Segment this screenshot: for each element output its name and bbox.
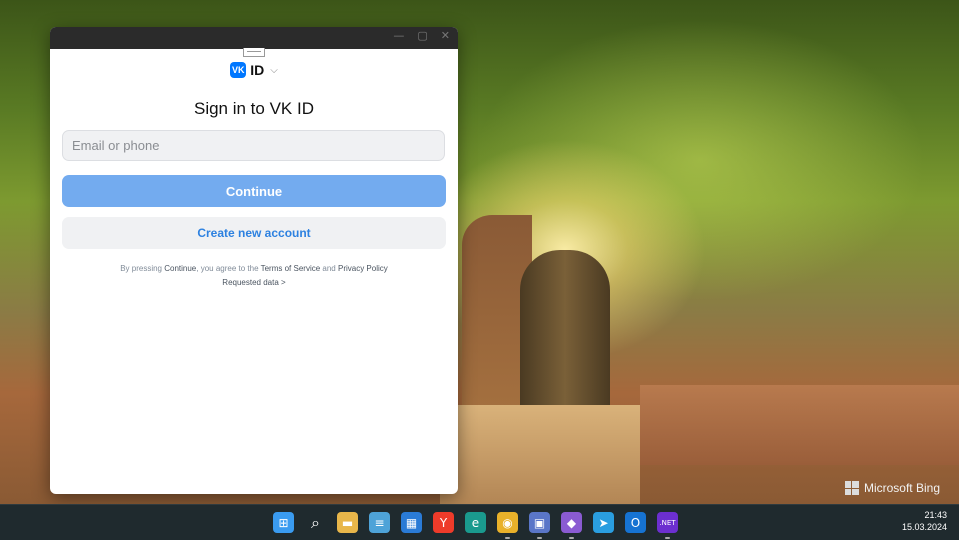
vk-id-login-window: — ▢ ✕ VK ID ⌵ Sign in to VK ID Continue … (50, 27, 458, 494)
page-title: Sign in to VK ID (193, 99, 314, 118)
window-controls: — ▢ ✕ (393, 29, 450, 42)
requested-data-link[interactable]: Requested data > (222, 278, 285, 287)
maximize-button[interactable]: ▢ (417, 29, 427, 42)
file-explorer-icon[interactable]: ▬ (337, 512, 358, 533)
bing-watermark[interactable]: Microsoft Bing (844, 481, 940, 495)
visual-studio-icon[interactable]: ◆ (561, 512, 582, 539)
window-titlebar[interactable]: — ▢ ✕ (50, 27, 458, 49)
dotnet-icon[interactable]: .NET (657, 512, 678, 539)
wallpaper-path (440, 405, 640, 504)
chevron-down-icon: ⌵ (270, 64, 278, 76)
taskbar-app-list: ⊞ ⌕ ▬ ≡ ▦ Ye ◉ ▣ ◆ ➤ O .NET (273, 512, 678, 539)
edge-icon[interactable]: e (465, 512, 486, 533)
create-account-button[interactable]: Create new account (62, 217, 446, 249)
legal-prefix: By pressing (120, 264, 165, 273)
vk-id-label: ID (250, 62, 265, 78)
clock-date: 15.03.2024 (901, 522, 947, 532)
vk-logo-icon: VK (230, 62, 247, 78)
close-button[interactable]: ✕ (441, 29, 450, 42)
watermark-text: Microsoft Bing (863, 481, 940, 495)
continue-button[interactable]: Continue (62, 175, 446, 207)
legal-continue-word: Continue (164, 264, 197, 273)
notepad-icon[interactable]: ≡ (369, 512, 390, 533)
microsoft-logo-icon (844, 481, 859, 495)
minimize-button[interactable]: — (393, 29, 404, 42)
legal-and: and (320, 264, 338, 273)
clock-time: 21:43 (924, 510, 947, 520)
yandex-browser-icon[interactable]: Y (433, 512, 454, 533)
terms-of-service-link[interactable]: Terms of Service (261, 264, 321, 273)
vk-id-account-switcher[interactable]: VK ID ⌵ (50, 62, 458, 78)
drag-handle-icon[interactable] (243, 48, 265, 57)
legal-notice: By pressing Continue, you agree to the T… (50, 262, 458, 290)
search-icon[interactable]: ⌕ (305, 512, 326, 533)
outlook-icon[interactable]: O (625, 512, 646, 533)
wallpaper-brick-wall (640, 385, 959, 465)
legal-middle: , you agree to the (196, 264, 261, 273)
telegram-icon[interactable]: ➤ (593, 512, 614, 533)
start-icon[interactable]: ⊞ (273, 512, 294, 533)
taskbar: ⊞ ⌕ ▬ ≡ ▦ Ye ◉ ▣ ◆ ➤ O .NET 21:43 15.03.2024 (0, 504, 959, 540)
system-clock[interactable]: 21:43 15.03.2024 (902, 509, 947, 533)
store-icon[interactable]: ▦ (401, 512, 422, 533)
email-or-phone-input[interactable] (62, 130, 445, 161)
chrome-icon[interactable]: ◉ (497, 512, 518, 539)
privacy-policy-link[interactable]: Privacy Policy (338, 264, 388, 273)
save-disk-icon[interactable]: ▣ (529, 512, 550, 539)
